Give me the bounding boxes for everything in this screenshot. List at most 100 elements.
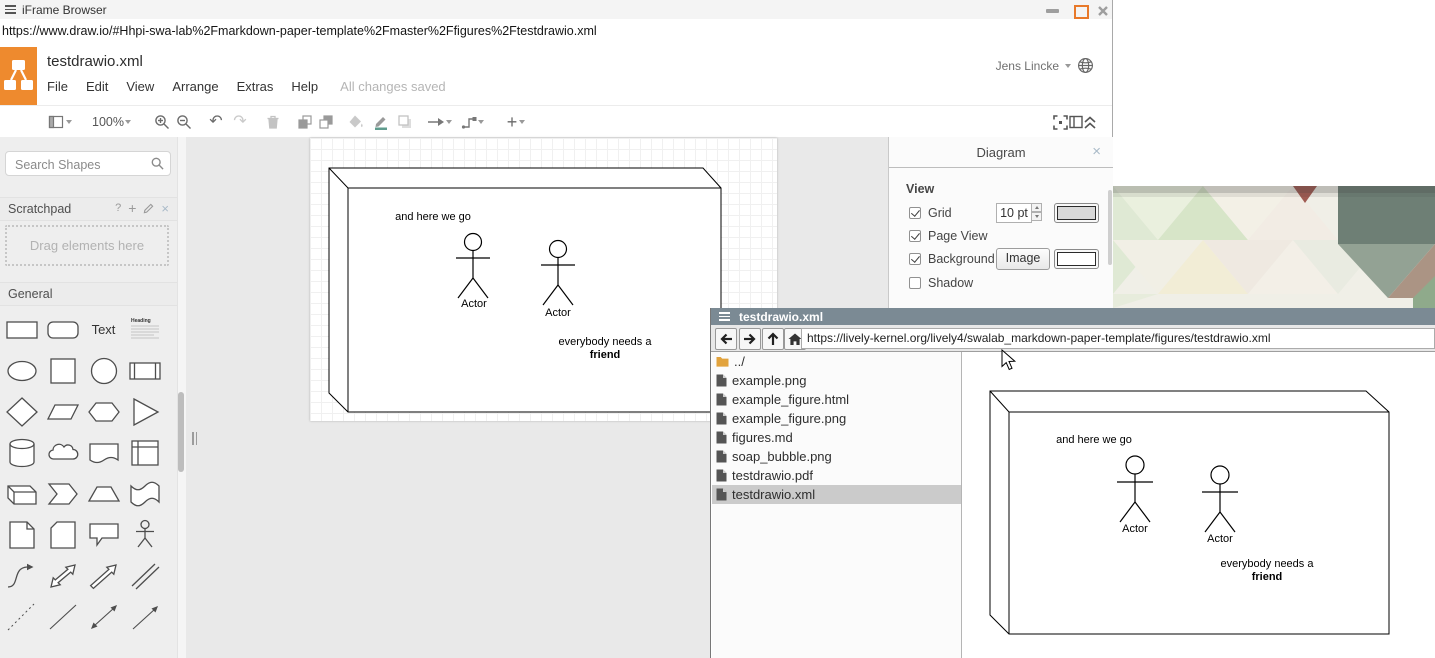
menu-view[interactable]: View bbox=[126, 79, 154, 94]
shape-callout[interactable] bbox=[83, 514, 124, 555]
shape-search-box[interactable] bbox=[5, 151, 171, 176]
language-globe-icon[interactable] bbox=[1077, 57, 1094, 74]
sidebar-collapse-handle[interactable] bbox=[191, 430, 198, 448]
diagram-note-text[interactable]: and here we go bbox=[395, 211, 471, 223]
collapse-button[interactable] bbox=[1080, 112, 1100, 132]
shape-curve[interactable] bbox=[1, 555, 42, 596]
undo-button[interactable]: ↶ bbox=[206, 112, 226, 132]
stepper-up-icon[interactable] bbox=[1031, 203, 1042, 212]
actor2-label[interactable]: Actor bbox=[545, 307, 571, 319]
shape-process[interactable] bbox=[124, 350, 165, 391]
shape-bidirectional-arrow[interactable] bbox=[42, 555, 83, 596]
scratchpad-help-icon[interactable]: ? bbox=[115, 202, 121, 214]
background-image-button[interactable]: Image bbox=[996, 248, 1050, 270]
tab-diagram[interactable]: Diagram bbox=[889, 145, 1113, 160]
menu-arrange[interactable]: Arrange bbox=[172, 79, 218, 94]
shape-link[interactable] bbox=[124, 555, 165, 596]
shape-dashed-line[interactable] bbox=[1, 596, 42, 637]
insert-dropdown-icon[interactable] bbox=[519, 120, 525, 124]
shape-square[interactable] bbox=[42, 350, 83, 391]
to-back-button[interactable] bbox=[316, 112, 336, 132]
scratchpad-section[interactable]: Scratchpad ? + × bbox=[0, 197, 177, 221]
format-panel-scrollbar-thumb[interactable] bbox=[1108, 190, 1112, 265]
back-button[interactable] bbox=[715, 328, 737, 350]
shape-parallelogram[interactable] bbox=[42, 391, 83, 432]
shape-card[interactable] bbox=[42, 514, 83, 555]
shape-bidirectional-connector[interactable] bbox=[83, 596, 124, 637]
shape-text[interactable]: Text bbox=[83, 309, 124, 350]
menu-extras[interactable]: Extras bbox=[237, 79, 274, 94]
shape-rounded-rectangle[interactable] bbox=[42, 309, 83, 350]
to-front-button[interactable] bbox=[295, 112, 315, 132]
search-input[interactable] bbox=[13, 155, 147, 174]
waypoints-button[interactable] bbox=[459, 112, 479, 132]
forward-button[interactable] bbox=[739, 328, 761, 350]
shape-rectangle[interactable] bbox=[1, 309, 42, 350]
general-section[interactable]: General bbox=[0, 282, 177, 306]
minimize-button[interactable] bbox=[1046, 5, 1059, 15]
menu-edit[interactable]: Edit bbox=[86, 79, 108, 94]
shape-arrow[interactable] bbox=[83, 555, 124, 596]
shape-actor[interactable] bbox=[124, 514, 165, 555]
format-panel-close-icon[interactable]: × bbox=[1092, 143, 1101, 160]
scratchpad-dropzone[interactable]: Drag elements here bbox=[5, 225, 169, 266]
menu-help[interactable]: Help bbox=[291, 79, 318, 94]
zoom-in-button[interactable] bbox=[152, 112, 172, 132]
shape-line[interactable] bbox=[42, 596, 83, 637]
background-checkbox[interactable] bbox=[909, 253, 921, 265]
maximize-button[interactable] bbox=[1074, 5, 1089, 19]
user-menu[interactable]: Jens Lincke bbox=[996, 57, 1094, 74]
file-browser-url[interactable]: https://lively-kernel.org/lively4/swalab… bbox=[801, 328, 1435, 349]
page-view-toggle-button[interactable] bbox=[46, 112, 66, 132]
shape-heading[interactable]: Heading bbox=[124, 309, 165, 350]
file-row[interactable]: example.png bbox=[712, 371, 961, 390]
file-row[interactable]: soap_bubble.png bbox=[712, 447, 961, 466]
close-button[interactable] bbox=[1097, 5, 1109, 17]
window-menu-icon[interactable] bbox=[5, 5, 16, 14]
file-row[interactable]: testdrawio.pdf bbox=[712, 466, 961, 485]
shape-note[interactable] bbox=[1, 514, 42, 555]
grid-color-swatch[interactable] bbox=[1054, 203, 1099, 223]
caption-line1[interactable]: everybody needs a bbox=[559, 336, 653, 348]
caption-line2[interactable]: friend bbox=[590, 349, 621, 361]
shape-cylinder[interactable] bbox=[1, 432, 42, 473]
sidebar-scrollbar-thumb[interactable] bbox=[178, 392, 184, 472]
window1-titlebar[interactable]: iFrame Browser bbox=[0, 0, 1112, 20]
browser-url-text[interactable]: https://www.draw.io/#Hhpi-swa-lab%2Fmark… bbox=[2, 24, 597, 38]
shape-triangle[interactable] bbox=[124, 391, 165, 432]
stepper-down-icon[interactable] bbox=[1031, 212, 1042, 221]
page-view-dropdown-icon[interactable] bbox=[66, 120, 72, 124]
connection-button[interactable] bbox=[426, 112, 446, 132]
background-color-swatch[interactable] bbox=[1054, 249, 1099, 269]
shape-cube[interactable] bbox=[1, 473, 42, 514]
shape-cloud[interactable] bbox=[42, 432, 83, 473]
scratchpad-edit-icon[interactable] bbox=[143, 203, 154, 214]
waypoints-dropdown-icon[interactable] bbox=[478, 120, 484, 124]
line-color-button[interactable] bbox=[371, 112, 391, 132]
zoom-level[interactable]: 100% bbox=[92, 115, 124, 129]
shape-directional-connector[interactable] bbox=[124, 596, 165, 637]
file-row[interactable]: example_figure.html bbox=[712, 390, 961, 409]
file-row[interactable]: figures.md bbox=[712, 428, 961, 447]
grid-checkbox[interactable] bbox=[909, 207, 921, 219]
window2-titlebar[interactable]: testdrawio.xml bbox=[711, 308, 1435, 325]
shape-trapezoid[interactable] bbox=[83, 473, 124, 514]
grid-size-stepper[interactable] bbox=[1031, 203, 1042, 223]
window2-menu-icon[interactable] bbox=[719, 312, 730, 321]
file-row-parent[interactable]: ../ bbox=[712, 352, 961, 371]
page-view-checkbox[interactable] bbox=[909, 230, 921, 242]
file-row-selected[interactable]: testdrawio.xml bbox=[712, 485, 961, 504]
scratchpad-close-icon[interactable]: × bbox=[161, 202, 169, 215]
connection-dropdown-icon[interactable] bbox=[446, 120, 452, 124]
shadow-checkbox[interactable] bbox=[909, 277, 921, 289]
shape-tape[interactable] bbox=[124, 473, 165, 514]
shape-document[interactable] bbox=[83, 432, 124, 473]
canvas-diagram[interactable]: and here we go Actor Actor everybody nee… bbox=[310, 138, 777, 421]
file-row[interactable]: example_figure.png bbox=[712, 409, 961, 428]
shape-ellipse[interactable] bbox=[1, 350, 42, 391]
zoom-dropdown-icon[interactable] bbox=[125, 120, 131, 124]
shape-internal-storage[interactable] bbox=[124, 432, 165, 473]
up-button[interactable] bbox=[762, 328, 784, 350]
actor1-label[interactable]: Actor bbox=[461, 298, 487, 310]
shape-diamond[interactable] bbox=[1, 391, 42, 432]
